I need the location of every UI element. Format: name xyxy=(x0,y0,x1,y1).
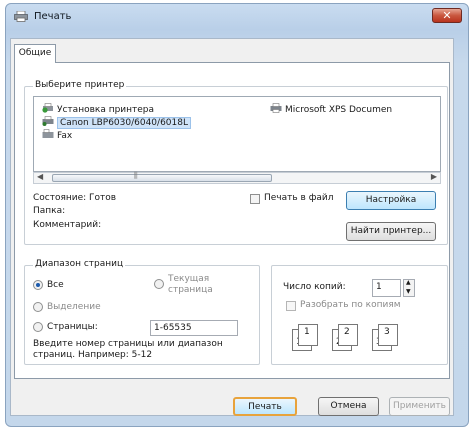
collate-page-front: 3 xyxy=(378,324,398,346)
close-button[interactable]: ✕ xyxy=(432,8,462,23)
copies-spinner[interactable]: ▲ ▼ xyxy=(403,279,415,297)
copies-label: Число копий: xyxy=(283,282,346,292)
settings-button[interactable]: Настройка xyxy=(346,191,436,210)
settings-button-label: Настройка xyxy=(365,195,417,205)
pages-input[interactable]: 1-65535 xyxy=(150,320,238,336)
title-bar: Печать ✕ xyxy=(6,4,468,30)
copies-input[interactable]: 1 xyxy=(372,279,401,297)
range-selection-radio[interactable] xyxy=(33,302,43,312)
cancel-button-label: Отмена xyxy=(330,401,367,411)
range-pages-radio[interactable] xyxy=(33,322,43,332)
cancel-button[interactable]: Отмена xyxy=(318,397,379,416)
list-item[interactable]: Canon LBP6030/6040/6018L xyxy=(42,116,191,129)
printer-label: Microsoft XPS Documen xyxy=(285,105,393,115)
add-printer-icon xyxy=(42,103,53,113)
tab-general[interactable]: Общие xyxy=(14,44,56,63)
printer-group-legend: Выберите принтер xyxy=(33,80,127,90)
printer-label: Fax xyxy=(57,131,73,141)
printer-label: Canon LBP6030/6040/6018L xyxy=(57,117,191,129)
printer-icon xyxy=(270,103,282,113)
status-label: Состояние: xyxy=(33,193,87,203)
range-current-label: Текущая страница xyxy=(168,274,213,295)
list-item[interactable]: Microsoft XPS Documen xyxy=(270,103,392,115)
spin-down-icon[interactable]: ▼ xyxy=(406,288,411,295)
list-item[interactable]: Fax xyxy=(42,129,72,141)
printer-icon xyxy=(14,11,28,22)
range-pages-label: Страницы: xyxy=(47,322,98,332)
folder-label: Папка: xyxy=(33,206,66,216)
apply-button[interactable]: Применить xyxy=(389,397,450,416)
status-value: Готов xyxy=(89,193,117,203)
range-all-label: Все xyxy=(47,280,64,290)
pages-input-value: 1-65535 xyxy=(154,323,192,333)
printer-list-scrollbar[interactable]: ◀ ⫼ ▶ xyxy=(33,171,441,184)
range-all-radio[interactable] xyxy=(33,280,43,290)
apply-button-label: Применить xyxy=(393,401,446,411)
collate-number: 2 xyxy=(344,327,350,337)
spin-up-icon[interactable]: ▲ xyxy=(406,279,411,286)
printer-label: Установка принтера xyxy=(57,105,155,115)
tab-general-label: Общие xyxy=(18,48,52,58)
collate-number: 1 xyxy=(304,327,310,337)
collate-illustration: 1 1 2 2 3 3 xyxy=(286,323,416,357)
find-printer-button-label: Найти принтер... xyxy=(350,226,432,236)
print-to-file-checkbox[interactable] xyxy=(250,194,260,204)
range-current-radio[interactable] xyxy=(154,279,164,289)
print-button[interactable]: Печать xyxy=(233,397,297,416)
printer-icon xyxy=(42,116,54,126)
window-title: Печать xyxy=(34,11,72,22)
scroll-grip-icon: ⫼ xyxy=(134,171,138,180)
pages-hint: Введите номер страницы или диапазон стра… xyxy=(33,339,223,360)
collate-page-front: 2 xyxy=(338,324,358,346)
comment-label: Комментарий: xyxy=(33,220,102,230)
copies-input-value: 1 xyxy=(376,282,382,292)
page-range-legend: Диапазон страниц xyxy=(33,259,126,269)
collate-label: Разобрать по копиям xyxy=(300,300,401,310)
printer-list[interactable]: Установка принтера Microsoft XPS Documen… xyxy=(33,96,441,172)
scroll-left-icon[interactable]: ◀ xyxy=(37,172,43,181)
collate-number: 3 xyxy=(384,327,390,337)
list-item[interactable]: Установка принтера xyxy=(42,103,154,115)
find-printer-button[interactable]: Найти принтер... xyxy=(346,222,436,241)
print-to-file-label: Печать в файл xyxy=(264,193,334,203)
fax-icon xyxy=(42,129,54,138)
collate-checkbox[interactable] xyxy=(286,301,296,311)
range-selection-label: Выделение xyxy=(47,302,101,312)
scroll-thumb[interactable] xyxy=(52,174,272,182)
print-button-label: Печать xyxy=(248,402,282,412)
scroll-right-icon[interactable]: ▶ xyxy=(431,172,437,181)
close-icon: ✕ xyxy=(442,9,452,22)
collate-page-front: 1 xyxy=(298,324,318,346)
